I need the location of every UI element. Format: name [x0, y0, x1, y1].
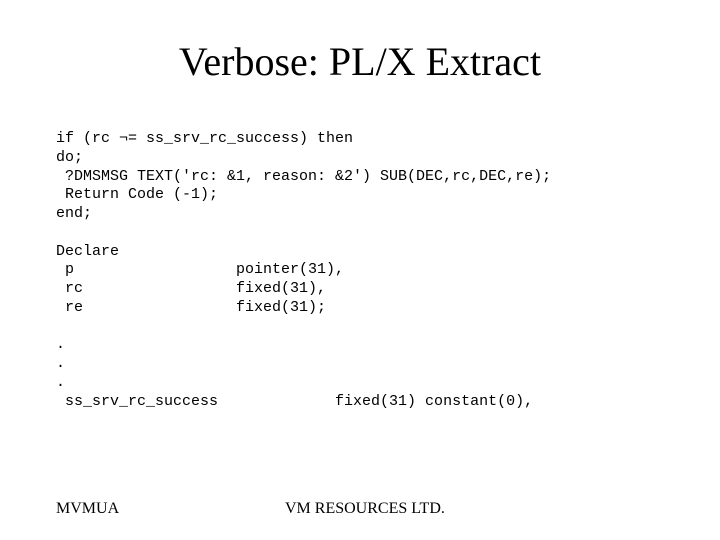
footer-left: MVMUA: [56, 500, 119, 518]
slide: Verbose: PL/X Extract if (rc ¬= ss_srv_r…: [0, 0, 720, 540]
slide-title: Verbose: PL/X Extract: [0, 38, 720, 85]
footer-center: VM RESOURCES LTD.: [285, 500, 445, 518]
code-block: if (rc ¬= ss_srv_rc_success) then do; ?D…: [56, 130, 551, 411]
